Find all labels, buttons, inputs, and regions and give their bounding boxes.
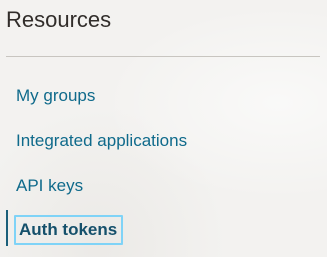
nav-item-integrated-applications: Integrated applications (6, 123, 320, 159)
nav-item-my-groups: My groups (6, 78, 320, 114)
api-keys-link[interactable]: API keys (16, 176, 83, 196)
nav-item-auth-tokens: Auth tokens (6, 210, 320, 246)
my-groups-link[interactable]: My groups (16, 86, 95, 106)
active-indicator (6, 210, 8, 246)
nav-item-api-keys: API keys (6, 168, 320, 204)
integrated-applications-link[interactable]: Integrated applications (16, 131, 187, 151)
auth-tokens-link[interactable]: Auth tokens (14, 215, 124, 245)
resources-nav: My groups Integrated applications API ke… (0, 0, 327, 257)
resources-panel: Resources My groups Integrated applicati… (0, 0, 327, 257)
